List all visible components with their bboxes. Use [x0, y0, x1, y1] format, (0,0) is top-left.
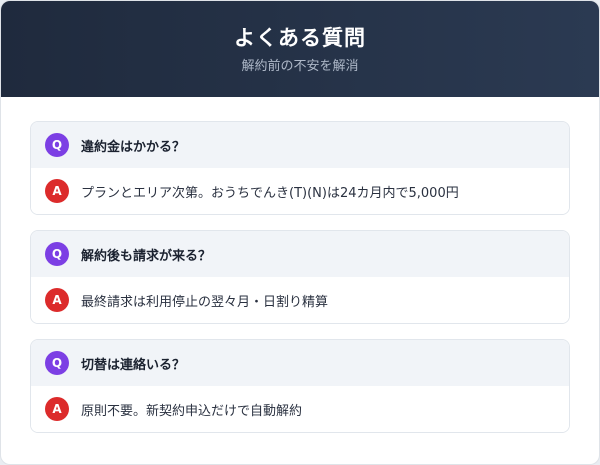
faq-list: Q 違約金はかかる？ A プランとエリア次第。おうちでんき(T)(N)は24カ月… [1, 97, 599, 433]
question-badge: Q [45, 242, 69, 266]
faq-answer: 最終請求は利用停止の翌々月・日割り精算 [81, 294, 329, 310]
question-badge: Q [45, 351, 69, 375]
faq-answer: プランとエリア次第。おうちでんき(T)(N)は24カ月内で5,000円 [81, 185, 459, 201]
faq-header: よくある質問 解約前の不安を解消 [1, 1, 599, 97]
faq-question: 解約後も請求が来る？ [81, 248, 212, 264]
page-subtitle: 解約前の不安を解消 [241, 59, 359, 74]
answer-badge: A [45, 288, 69, 312]
faq-question-row: Q 違約金はかかる？ [31, 122, 569, 168]
faq-item: Q 切替は連絡いる？ A 原則不要。新契約申込だけで自動解約 [30, 339, 570, 433]
faq-item: Q 違約金はかかる？ A プランとエリア次第。おうちでんき(T)(N)は24カ月… [30, 121, 570, 215]
faq-question-row: Q 切替は連絡いる？ [31, 340, 569, 386]
faq-item: Q 解約後も請求が来る？ A 最終請求は利用停止の翌々月・日割り精算 [30, 230, 570, 324]
faq-card: よくある質問 解約前の不安を解消 Q 違約金はかかる？ A プランとエリア次第。… [0, 0, 600, 465]
question-badge: Q [45, 133, 69, 157]
answer-badge: A [45, 397, 69, 421]
faq-answer-row: A プランとエリア次第。おうちでんき(T)(N)は24カ月内で5,000円 [31, 168, 569, 214]
faq-answer-row: A 原則不要。新契約申込だけで自動解約 [31, 386, 569, 432]
faq-question: 切替は連絡いる？ [81, 357, 186, 373]
faq-question: 違約金はかかる？ [81, 139, 186, 155]
faq-answer: 原則不要。新契約申込だけで自動解約 [81, 403, 303, 419]
answer-badge: A [45, 179, 69, 203]
page-title: よくある質問 [234, 26, 366, 50]
faq-question-row: Q 解約後も請求が来る？ [31, 231, 569, 277]
faq-answer-row: A 最終請求は利用停止の翌々月・日割り精算 [31, 277, 569, 323]
